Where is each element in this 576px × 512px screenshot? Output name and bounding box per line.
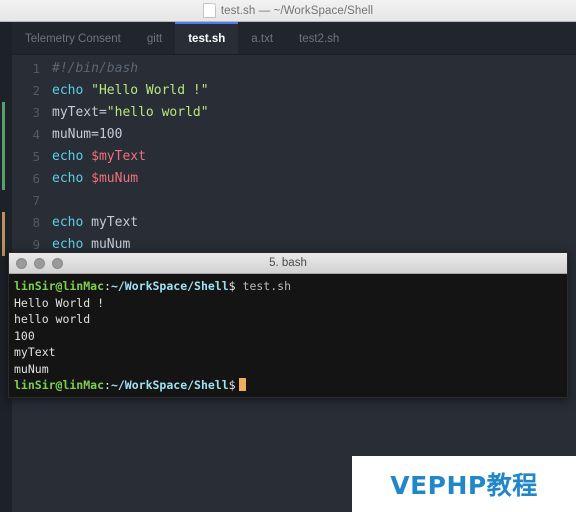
line-content: #!/bin/bash — [52, 58, 138, 80]
maximize-button[interactable] — [52, 257, 63, 269]
code-line: 2 echo "Hello World !" — [12, 80, 576, 102]
terminal-active-prompt-line: linSir@linMac:~/WorkSpace/Shell$ — [14, 377, 567, 394]
token-keyword: echo — [52, 171, 92, 186]
token-keyword: echo — [52, 215, 92, 230]
token-identifier: myText — [91, 215, 139, 230]
terminal-user-host: linSir@linMac — [14, 378, 105, 392]
code-line: 8 echo myText — [12, 212, 576, 234]
terminal-prompt-symbol: $ — [228, 279, 236, 293]
line-content: echo $muNum — [52, 168, 138, 190]
terminal-user-host: linSir@linMac — [14, 279, 105, 293]
line-content: myText="hello world" — [52, 102, 209, 124]
change-marker-added — [2, 102, 5, 190]
terminal-prompt-separator: : — [104, 279, 111, 293]
line-number: 7 — [32, 193, 40, 208]
line-number: 4 — [32, 127, 40, 142]
change-marker-modified — [2, 212, 5, 256]
terminal-output-area[interactable]: linSir@linMac:~/WorkSpace/Shell$ test.sh… — [9, 274, 567, 397]
code-line: 6 echo $muNum — [12, 168, 576, 190]
terminal-command-text: test.sh — [242, 279, 291, 293]
token-identifier: muNum — [91, 237, 131, 252]
tab-test2-sh[interactable]: test2.sh — [286, 22, 352, 54]
terminal-path: ~/WorkSpace/Shell — [110, 279, 229, 293]
token-comment: #!/bin/bash — [52, 61, 139, 76]
tab-bar: Telemetry Consent gitt test.sh a.txt tes… — [0, 22, 576, 55]
window-title-bar: test.sh — ~/WorkSpace/Shell — [0, 0, 576, 22]
terminal-prompt-line: linSir@linMac:~/WorkSpace/Shell$ test.sh — [14, 278, 567, 295]
terminal-output-line: 100 — [14, 328, 35, 343]
tab-test-sh[interactable]: test.sh — [175, 22, 239, 54]
tab-telemetry-consent[interactable]: Telemetry Consent — [12, 22, 134, 54]
traffic-lights — [16, 257, 63, 269]
token-identifier: myText= — [52, 105, 107, 120]
token-string: "Hello World !" — [91, 83, 209, 98]
terminal-path: ~/WorkSpace/Shell — [110, 378, 229, 392]
line-number: 2 — [32, 83, 40, 98]
terminal-command: test.sh — [236, 279, 291, 293]
line-number: 3 — [32, 105, 40, 120]
tab-a-txt[interactable]: a.txt — [238, 22, 286, 54]
line-content: echo $myText — [52, 146, 146, 168]
code-line: 3 myText="hello world" — [12, 102, 576, 124]
close-button[interactable] — [16, 257, 27, 269]
terminal-title-bar: 5. bash — [9, 253, 567, 274]
code-line: 4 muNum=100 — [12, 124, 576, 146]
line-content: echo "Hello World !" — [52, 80, 209, 102]
token-variable: $muNum — [91, 171, 139, 186]
tab-gitt[interactable]: gitt — [134, 22, 175, 54]
code-line: 7 — [12, 190, 576, 212]
terminal-output-line: Hello World ! — [14, 295, 105, 310]
token-keyword: echo — [52, 83, 92, 98]
terminal-prompt-separator: : — [104, 378, 111, 392]
token-variable: $myText — [91, 149, 146, 164]
terminal-output-line: myText — [14, 345, 56, 359]
line-content: echo myText — [52, 212, 138, 234]
terminal-output-line: hello world — [14, 312, 91, 326]
terminal-output-line: muNum — [14, 361, 49, 376]
token-string: "hello world" — [106, 105, 209, 120]
window-title: test.sh — ~/WorkSpace/Shell — [220, 4, 374, 17]
line-number: 1 — [32, 61, 40, 76]
terminal-cursor — [238, 378, 246, 391]
code-line: 1 #!/bin/bash — [12, 58, 576, 80]
token-keyword: echo — [52, 237, 92, 252]
line-number: 8 — [32, 215, 40, 230]
line-content: muNum=100 — [52, 124, 122, 146]
terminal-title: 5. bash — [269, 257, 307, 269]
terminal-window[interactable]: 5. bash linSir@linMac:~/WorkSpace/Shell$… — [8, 252, 568, 398]
tab-bar-filler — [352, 22, 576, 54]
token-identifier: muNum=100 — [52, 127, 123, 142]
document-icon — [202, 3, 216, 18]
line-number: 5 — [32, 149, 40, 164]
line-number: 6 — [32, 171, 40, 186]
code-line: 5 echo $myText — [12, 146, 576, 168]
tab-bar-gutter-pad — [0, 22, 12, 54]
watermark-overlay: VEPHP教程 — [352, 456, 576, 512]
watermark-text: VEPHP教程 — [390, 471, 538, 500]
terminal-prompt-symbol: $ — [228, 378, 236, 392]
minimize-button[interactable] — [34, 257, 45, 269]
token-keyword: echo — [52, 149, 92, 164]
